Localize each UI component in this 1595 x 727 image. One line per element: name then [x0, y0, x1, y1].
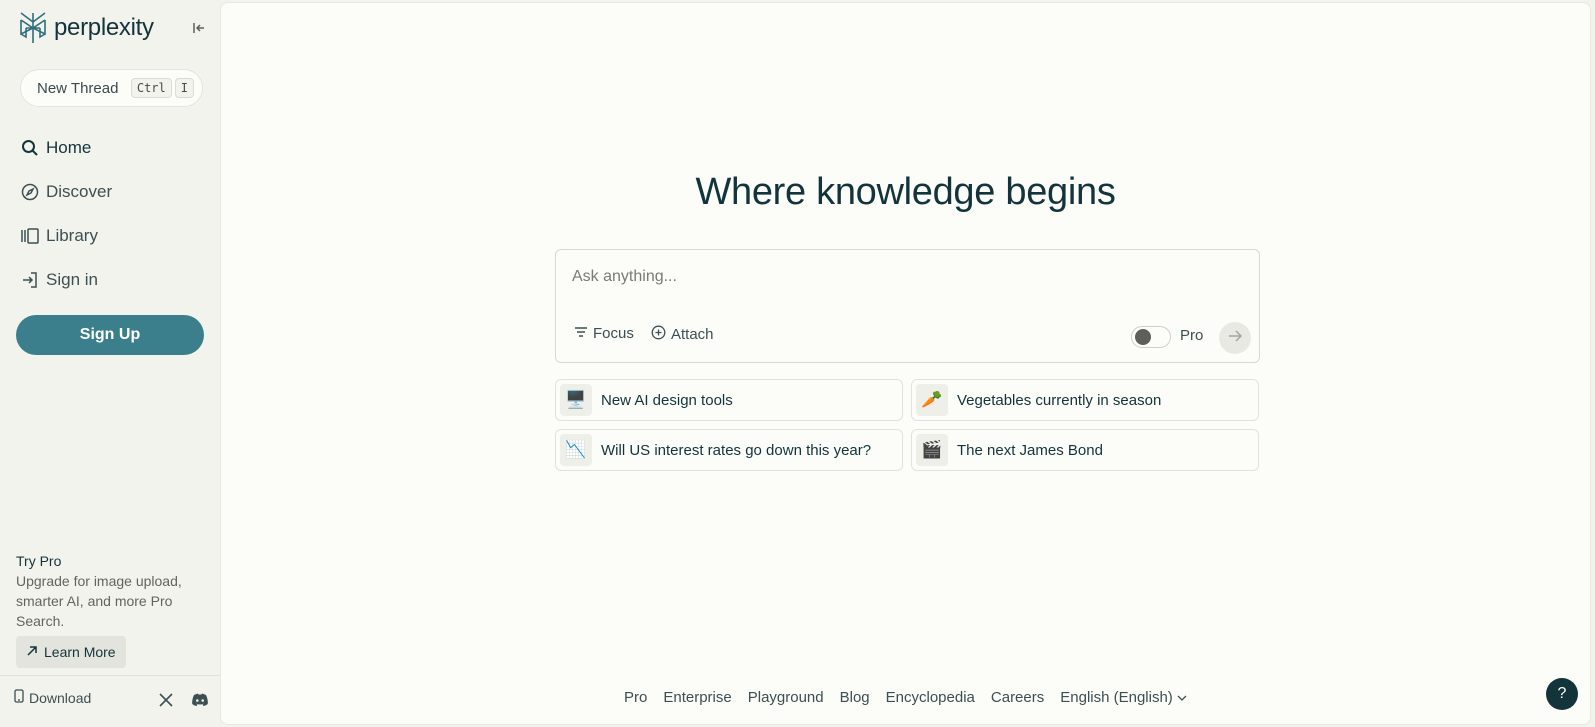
- sidebar-item-library[interactable]: Library: [20, 223, 98, 249]
- learn-more-button[interactable]: Learn More: [16, 636, 126, 668]
- suggestion-label: The next James Bond: [957, 441, 1103, 459]
- pro-label: Pro: [1180, 327, 1204, 344]
- suggestion-james-bond[interactable]: 🎬 The next James Bond: [911, 429, 1259, 471]
- x-twitter-icon[interactable]: [157, 691, 175, 709]
- arrow-up-right-icon: [26, 644, 38, 660]
- footer-link-blog[interactable]: Blog: [840, 689, 870, 706]
- new-thread-label: New Thread: [37, 79, 119, 97]
- suggestion-vegetables[interactable]: 🥕 Vegetables currently in season: [911, 379, 1259, 421]
- phone-icon: [14, 689, 24, 706]
- learn-more-label: Learn More: [44, 644, 116, 660]
- footer-link-pro[interactable]: Pro: [624, 689, 647, 706]
- page-title: Where knowledge begins: [695, 171, 1116, 213]
- computer-icon: 🖥️: [560, 384, 592, 416]
- clapperboard-icon: 🎬: [916, 434, 948, 466]
- search-box: Focus Attach Pro: [555, 249, 1260, 363]
- shortcut-key-ctrl: Ctrl: [130, 78, 172, 98]
- attach-label: Attach: [671, 326, 714, 343]
- focus-button[interactable]: Focus: [574, 325, 634, 342]
- logo[interactable]: perplexity: [18, 12, 154, 44]
- main-content: Where knowledge begins Focus Attach Pro …: [220, 2, 1591, 725]
- sidebar-divider: [0, 675, 220, 676]
- footer-link-encyclopedia[interactable]: Encyclopedia: [886, 689, 975, 706]
- footer-link-careers[interactable]: Careers: [991, 689, 1044, 706]
- sidebar-item-discover[interactable]: Discover: [20, 179, 112, 205]
- carrot-icon: 🥕: [916, 384, 948, 416]
- sidebar-item-sign-in[interactable]: Sign in: [20, 267, 98, 293]
- library-icon: [20, 226, 40, 246]
- focus-label: Focus: [593, 325, 634, 342]
- arrow-right-icon: [1228, 329, 1243, 347]
- submit-button[interactable]: [1219, 322, 1251, 354]
- perplexity-logo-icon: [20, 12, 46, 43]
- suggestion-label: Will US interest rates go down this year…: [601, 441, 872, 459]
- help-button[interactable]: ?: [1546, 678, 1578, 710]
- sidebar-item-label: Sign in: [46, 270, 98, 289]
- sidebar-item-label: Home: [46, 138, 92, 157]
- search-input[interactable]: [572, 264, 1232, 290]
- language-selector[interactable]: English (English): [1060, 689, 1187, 706]
- language-label: English (English): [1060, 689, 1173, 706]
- attach-button[interactable]: Attach: [651, 325, 714, 344]
- sidebar-item-label: Discover: [46, 182, 113, 201]
- suggestion-ai-design-tools[interactable]: 🖥️ New AI design tools: [555, 379, 903, 421]
- suggestion-interest-rates[interactable]: 📉 Will US interest rates go down this ye…: [555, 429, 903, 471]
- shortcut-key-i: I: [174, 78, 194, 98]
- suggestion-label: New AI design tools: [601, 391, 733, 409]
- sign-up-button[interactable]: Sign Up: [16, 315, 204, 355]
- sidebar-item-label: Library: [46, 226, 98, 245]
- try-pro-title: Try Pro: [16, 553, 62, 569]
- chevron-down-icon: [1177, 689, 1187, 706]
- suggestion-label: Vegetables currently in season: [957, 391, 1162, 409]
- brand-name: perplexity: [54, 14, 154, 41]
- search-icon: [20, 138, 40, 158]
- sidebar: perplexity New Thread Ctrl I Home Discov…: [0, 0, 220, 727]
- chart-down-icon: 📉: [560, 434, 592, 466]
- footer-link-enterprise[interactable]: Enterprise: [663, 689, 731, 706]
- discord-icon[interactable]: [191, 691, 209, 709]
- download-label: Download: [29, 689, 92, 706]
- compass-icon: [20, 182, 40, 202]
- try-pro-panel: Try Pro Upgrade for image upload, smarte…: [16, 551, 206, 631]
- footer-links: Pro Enterprise Playground Blog Encyclope…: [221, 689, 1590, 706]
- filter-icon: [574, 325, 588, 342]
- sign-in-icon: [20, 270, 40, 290]
- sidebar-item-home[interactable]: Home: [20, 135, 91, 161]
- footer-link-playground[interactable]: Playground: [748, 689, 824, 706]
- plus-circle-icon: [651, 325, 666, 344]
- pro-toggle[interactable]: [1131, 326, 1171, 348]
- download-button[interactable]: Download: [14, 689, 91, 706]
- collapse-sidebar-icon[interactable]: [190, 19, 208, 37]
- toggle-knob: [1135, 329, 1151, 345]
- new-thread-button[interactable]: New Thread Ctrl I: [20, 69, 203, 107]
- try-pro-description: Upgrade for image upload, smarter AI, an…: [16, 573, 182, 629]
